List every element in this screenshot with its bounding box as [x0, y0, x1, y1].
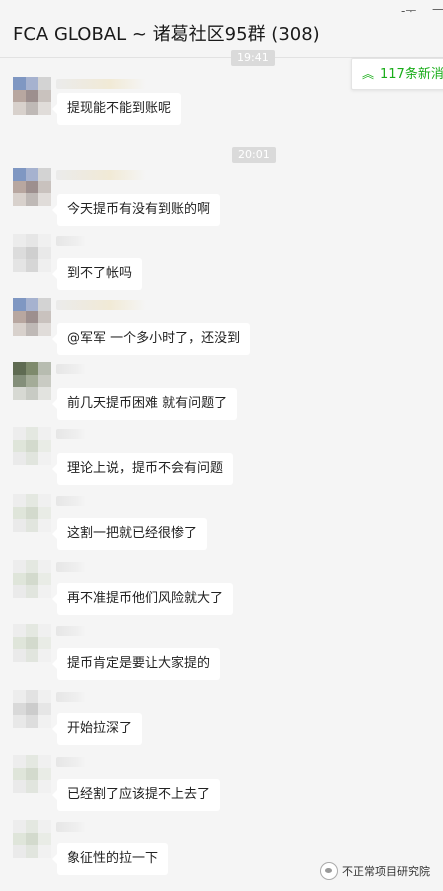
- message-bubble[interactable]: 提现能不能到账呢: [51, 93, 182, 125]
- sender-name: [56, 79, 146, 89]
- wechat-official-account-icon: [320, 862, 338, 880]
- chat-title: FCA GLOBAL ~ 诸葛社区95群 (308): [13, 24, 320, 45]
- sender-name: [56, 626, 86, 636]
- new-messages-button[interactable]: ︽ 117条新消: [351, 58, 443, 90]
- new-messages-label: 117条新消: [380, 67, 443, 82]
- avatar[interactable]: [13, 820, 51, 858]
- message-bubble[interactable]: @军军 一个多小时了，还没到: [51, 323, 251, 355]
- double-chevron-up-icon: ︽: [362, 67, 375, 81]
- sender-name: [56, 562, 86, 572]
- message-bubble[interactable]: 开始拉深了: [51, 713, 143, 745]
- watermark: 不正常项目研究院: [320, 862, 430, 880]
- message-bubble[interactable]: 这割一把就已经很惨了: [51, 518, 208, 550]
- sender-name: [56, 496, 86, 506]
- avatar[interactable]: [13, 560, 51, 598]
- avatar[interactable]: [13, 624, 51, 662]
- timestamp-divider: 19:41: [231, 50, 275, 66]
- chat-title-bar: FCA GLOBAL ~ 诸葛社区95群 (308) -ᅮ —: [0, 0, 443, 58]
- avatar[interactable]: [13, 494, 51, 532]
- message-bubble[interactable]: 再不准提币他们风险就大了: [51, 583, 234, 615]
- message-bubble[interactable]: 理论上说，提币不会有问题: [51, 453, 234, 485]
- timestamp-divider: 20:01: [232, 147, 276, 163]
- message-bubble[interactable]: 已经割了应该提不上去了: [51, 779, 221, 811]
- pin-icon[interactable]: -ᅮ: [401, 2, 416, 19]
- avatar[interactable]: [13, 168, 51, 206]
- minimize-icon[interactable]: —: [432, 2, 443, 16]
- sender-name: [56, 170, 146, 180]
- message-bubble[interactable]: 提币肯定是要让大家提的: [51, 648, 221, 680]
- avatar[interactable]: [13, 234, 51, 272]
- avatar[interactable]: [13, 362, 51, 400]
- sender-name: [56, 822, 86, 832]
- message-bubble[interactable]: 今天提币有没有到账的啊: [51, 194, 221, 226]
- sender-name: [56, 429, 86, 439]
- message-bubble[interactable]: 到不了帐吗: [51, 258, 143, 290]
- avatar[interactable]: [13, 77, 51, 115]
- message-bubble[interactable]: 前几天提币困难 就有问题了: [51, 388, 238, 420]
- avatar[interactable]: [13, 690, 51, 728]
- watermark-label: 不正常项目研究院: [342, 865, 430, 878]
- sender-name: [56, 300, 146, 310]
- sender-name: [56, 236, 86, 246]
- avatar[interactable]: [13, 755, 51, 793]
- sender-name: [56, 757, 86, 767]
- message-bubble[interactable]: 象征性的拉一下: [51, 843, 169, 875]
- avatar[interactable]: [13, 427, 51, 465]
- sender-name: [56, 364, 86, 374]
- avatar[interactable]: [13, 298, 51, 336]
- sender-name: [56, 692, 86, 702]
